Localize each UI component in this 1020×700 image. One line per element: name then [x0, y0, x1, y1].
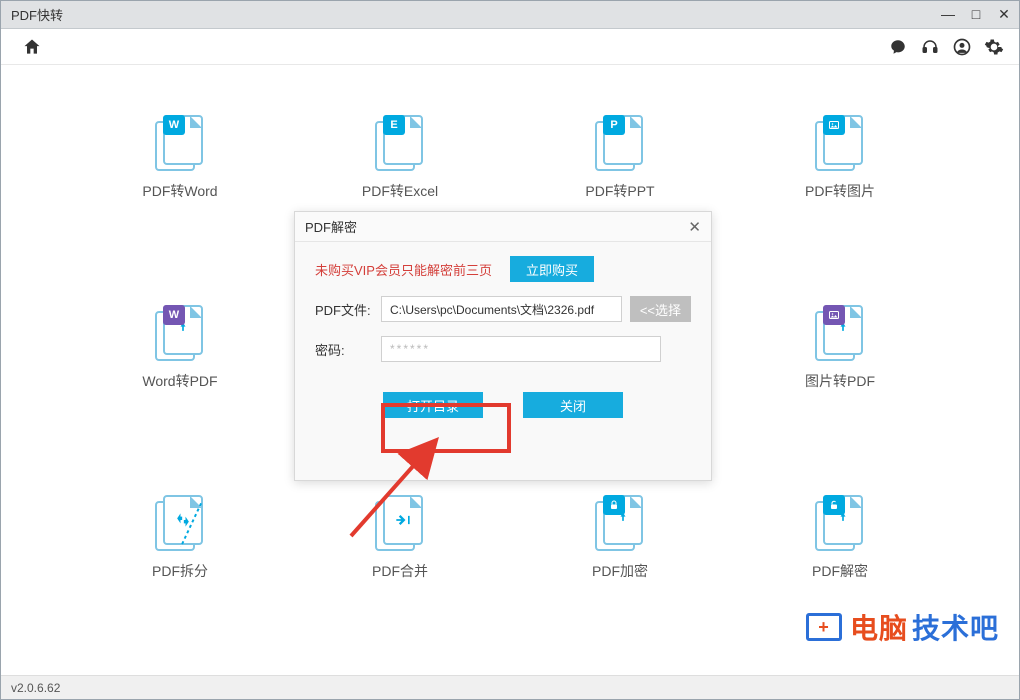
window-title: PDF快转 — [11, 5, 63, 24]
badge-p-icon: P — [603, 115, 625, 135]
tile-pdf-encrypt[interactable]: PDF加密 — [510, 495, 730, 685]
watermark: 电脑技术吧 — [806, 607, 999, 647]
tile-pdf-split[interactable]: PDF拆分 — [70, 495, 290, 685]
tile-pdf-merge[interactable]: PDF合并 — [290, 495, 510, 685]
password-label: 密码: — [315, 340, 381, 359]
lock-icon — [603, 495, 625, 515]
watermark-text-2: 技术吧 — [912, 607, 999, 647]
tile-label: PDF转图片 — [805, 181, 875, 201]
window-controls: — □ ✕ — [939, 6, 1013, 23]
open-directory-button[interactable]: 打开目录 — [383, 392, 483, 418]
password-input[interactable] — [381, 336, 661, 362]
tile-label: PDF解密 — [812, 561, 868, 581]
watermark-logo-icon — [806, 613, 842, 641]
buy-now-button[interactable]: 立即购买 — [510, 256, 594, 282]
dialog-title-bar: PDF解密 ✕ — [295, 212, 711, 242]
dialog-title: PDF解密 — [305, 217, 357, 236]
gear-icon[interactable] — [981, 34, 1007, 60]
account-icon[interactable] — [949, 34, 975, 60]
vip-warning: 未购买VIP会员只能解密前三页 — [315, 260, 492, 279]
badge-w-icon: W — [163, 305, 185, 325]
pdf-file-input[interactable] — [381, 296, 622, 322]
status-bar: v2.0.6.62 — [1, 675, 1019, 699]
toolbar — [1, 29, 1019, 65]
watermark-text-1: 电脑 — [850, 607, 908, 647]
tile-label: 图片转PDF — [805, 371, 875, 391]
pdf-decrypt-dialog: PDF解密 ✕ 未购买VIP会员只能解密前三页 立即购买 PDF文件: <<选择… — [294, 211, 712, 481]
tile-pdf-to-word[interactable]: W PDF转Word — [70, 115, 290, 305]
version-label: v2.0.6.62 — [11, 681, 60, 695]
unlock-icon — [823, 495, 845, 515]
image-icon — [823, 115, 845, 135]
headset-icon[interactable] — [917, 34, 943, 60]
title-bar: PDF快转 — □ ✕ — [1, 1, 1019, 29]
home-icon[interactable] — [19, 34, 45, 60]
tile-label: Word转PDF — [142, 371, 217, 391]
tile-pdf-decrypt[interactable]: PDF解密 — [730, 495, 950, 685]
tile-label: PDF拆分 — [152, 561, 208, 581]
tile-label: PDF转PPT — [585, 181, 654, 201]
image-icon — [823, 305, 845, 325]
choose-file-button[interactable]: <<选择 — [630, 296, 691, 322]
close-button[interactable]: 关闭 — [523, 392, 623, 418]
tile-label: PDF合并 — [372, 561, 428, 581]
badge-e-icon: E — [383, 115, 405, 135]
tile-word-to-pdf[interactable]: W Word转PDF — [70, 305, 290, 495]
tile-label: PDF转Excel — [362, 181, 438, 201]
tile-image-to-pdf[interactable]: 图片转PDF — [730, 305, 950, 495]
tile-label: PDF转Word — [142, 181, 217, 201]
chat-icon[interactable] — [885, 34, 911, 60]
close-window-button[interactable]: ✕ — [995, 6, 1013, 23]
maximize-button[interactable]: □ — [967, 6, 985, 23]
tile-pdf-to-image[interactable]: PDF转图片 — [730, 115, 950, 305]
file-label: PDF文件: — [315, 300, 381, 319]
tile-label: PDF加密 — [592, 561, 648, 581]
dialog-close-icon[interactable]: ✕ — [688, 218, 701, 236]
badge-w-icon: W — [163, 115, 185, 135]
minimize-button[interactable]: — — [939, 6, 957, 23]
